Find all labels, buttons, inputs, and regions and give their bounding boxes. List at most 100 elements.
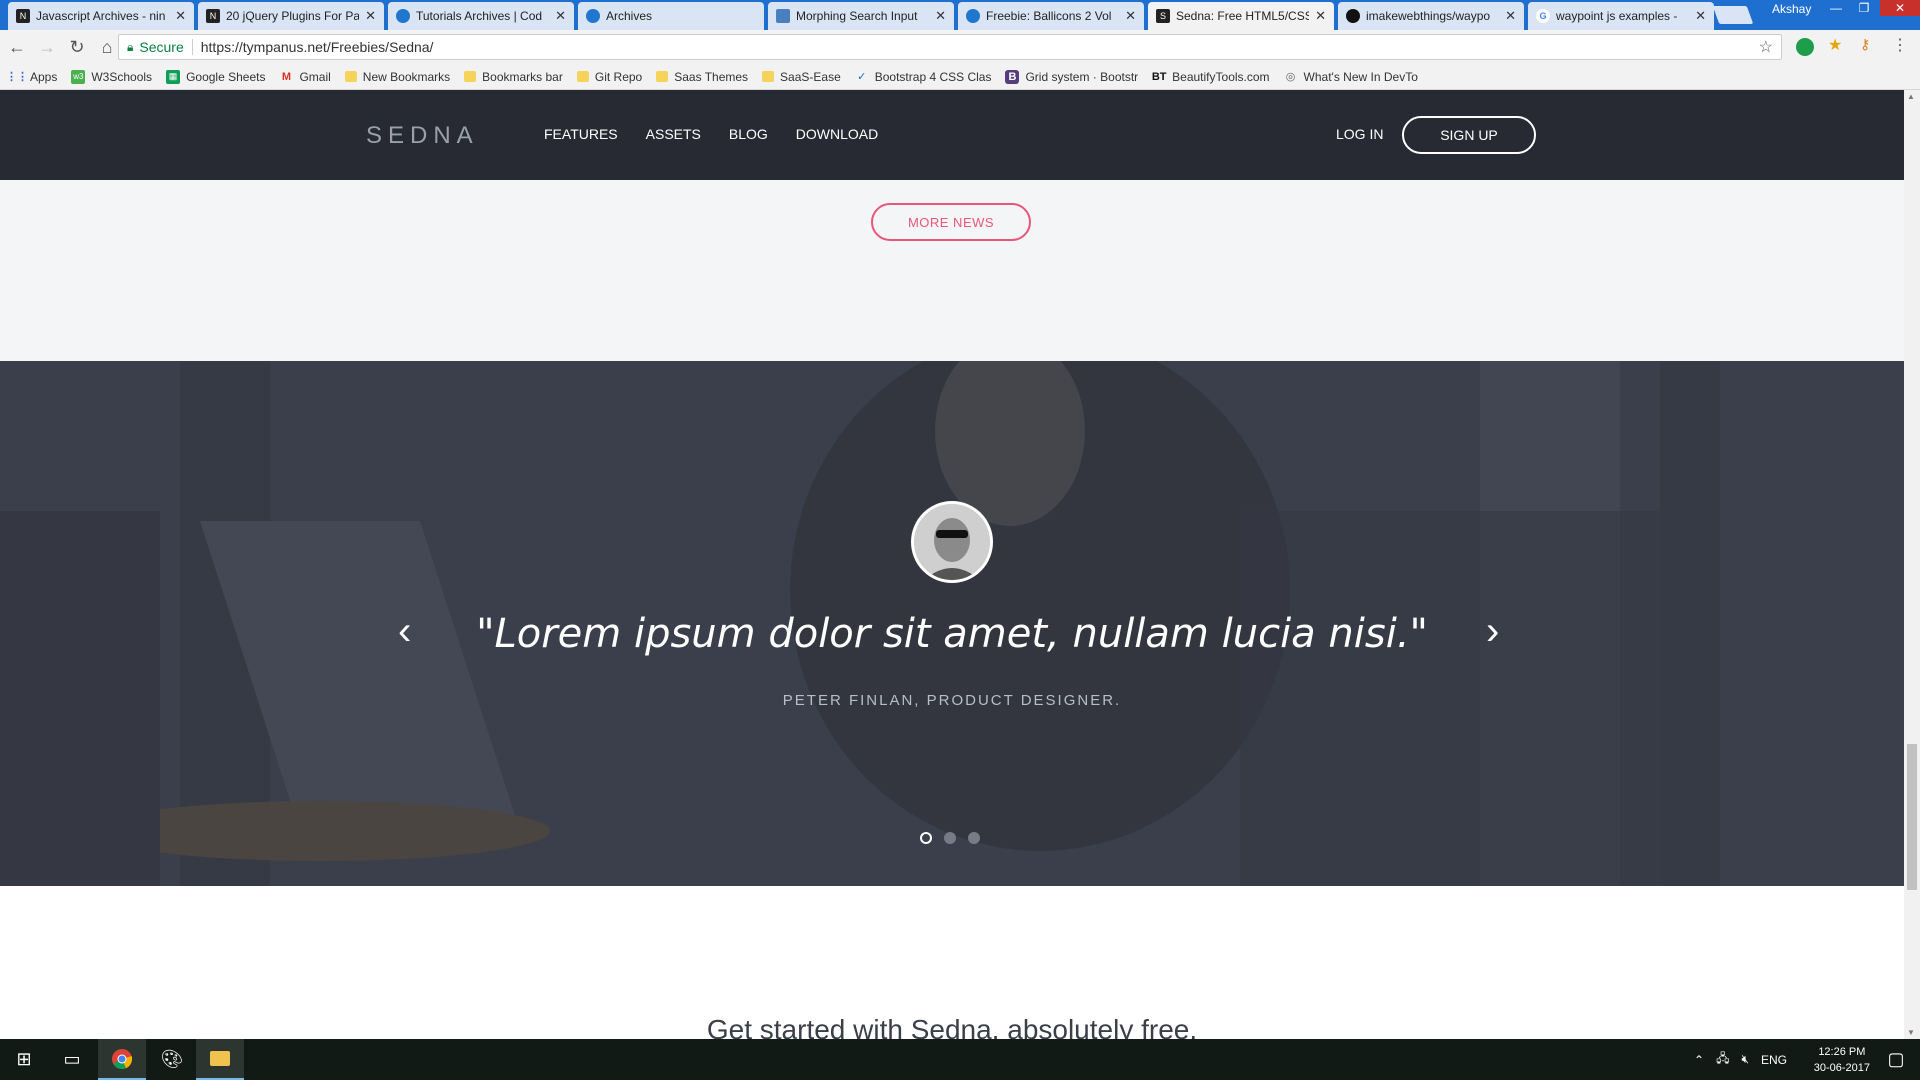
folder-icon — [344, 71, 357, 82]
extension-green-icon[interactable] — [1796, 38, 1814, 56]
close-icon[interactable]: ✕ — [935, 8, 946, 24]
new-tab-button[interactable] — [1712, 6, 1754, 24]
close-icon[interactable]: ✕ — [1315, 8, 1326, 24]
sheets-icon: ▦ — [166, 69, 181, 84]
bookmark-w3schools[interactable]: w3 W3Schools — [71, 69, 152, 84]
scroll-up-icon[interactable]: ▲ — [1907, 92, 1915, 101]
github-icon — [1346, 9, 1360, 23]
document-icon — [776, 9, 790, 23]
back-arrow-icon[interactable]: ← — [2, 32, 32, 62]
signup-button[interactable]: SIGN UP — [1402, 116, 1536, 154]
browser-toolbar: ← → ↻ ⌂ 🔒︎ Secure https://tympanus.net/F… — [0, 30, 1920, 64]
browser-tab-strip: N Javascript Archives - nin ✕ N 20 jQuer… — [0, 0, 1920, 30]
scroll-down-icon[interactable]: ▼ — [1907, 1028, 1915, 1037]
tab-morphing-search[interactable]: Morphing Search Input ✕ — [768, 2, 954, 30]
person-photo-icon — [914, 504, 990, 580]
chevron-right-icon[interactable]: › — [1486, 609, 1499, 654]
windows-start-icon[interactable]: ⊞ — [0, 1039, 48, 1080]
nav-download[interactable]: DOWNLOAD — [796, 126, 878, 142]
close-icon[interactable]: ✕ — [555, 8, 566, 24]
bookmark-apps[interactable]: ⋮⋮ Apps — [6, 70, 57, 84]
notifications-icon[interactable]: ▢ — [1872, 1039, 1920, 1080]
w3schools-icon: w3 — [71, 69, 86, 84]
file-explorer-icon[interactable] — [196, 1039, 244, 1080]
codrops-icon — [586, 9, 600, 23]
tab-archives[interactable]: Archives — [578, 2, 764, 30]
tab-javascript-archives[interactable]: N Javascript Archives - nin ✕ — [8, 2, 194, 30]
testimonial-section: ‹ "Lorem ipsum dolor sit amet, nullam lu… — [0, 361, 1904, 886]
taskbar-clock[interactable]: 12:26 PM 30-06-2017 — [1814, 1044, 1870, 1076]
close-icon[interactable]: ✕ — [1505, 8, 1516, 24]
close-icon[interactable]: ✕ — [1125, 8, 1136, 24]
main-nav: FEATURES ASSETS BLOG DOWNLOAD — [544, 126, 878, 142]
bookmark-google-sheets[interactable]: ▦ Google Sheets — [166, 69, 265, 84]
bookmark-bootstrap4-classes[interactable]: ✓ Bootstrap 4 CSS Clas — [855, 70, 991, 84]
ninja-icon: N — [16, 9, 30, 23]
minimize-icon[interactable]: — — [1822, 0, 1850, 16]
language-indicator[interactable]: ENG — [1761, 1053, 1787, 1067]
site-logo[interactable]: SEDNA — [366, 122, 479, 150]
extension-key-icon[interactable]: ⚷ — [1860, 36, 1878, 54]
page-scrollbar[interactable]: ▲ ▼ — [1904, 90, 1920, 1039]
slider-pagination — [920, 832, 980, 844]
nav-features[interactable]: FEATURES — [544, 126, 618, 142]
tab-waypoint-examples[interactable]: G waypoint js examples - ✕ — [1528, 2, 1714, 30]
tab-tutorials-archives[interactable]: Tutorials Archives | Cod ✕ — [388, 2, 574, 30]
extension-star-icon[interactable]: ★ — [1828, 35, 1846, 54]
bookmark-beautifytools[interactable]: BT BeautifyTools.com — [1152, 70, 1270, 84]
reload-icon[interactable]: ↻ — [62, 32, 92, 62]
sedna-icon: S — [1156, 9, 1170, 23]
apps-icon: ⋮⋮ — [6, 71, 28, 83]
address-bar[interactable]: 🔒︎ Secure https://tympanus.net/Freebies/… — [118, 34, 1782, 60]
ninja-icon: N — [206, 9, 220, 23]
login-link[interactable]: LOG IN — [1336, 126, 1383, 142]
profile-name[interactable]: Akshay — [1772, 2, 1811, 16]
url-text[interactable]: https://tympanus.net/Freebies/Sedna/ — [201, 39, 434, 55]
bookmark-devtools[interactable]: ◎ What's New In DevTo — [1284, 70, 1418, 84]
tab-sedna[interactable]: S Sedna: Free HTML5/CSS ✕ — [1148, 2, 1334, 30]
nav-blog[interactable]: BLOG — [729, 126, 768, 142]
slide-dot-2[interactable] — [944, 832, 956, 844]
bookmark-bookmarks-bar[interactable]: Bookmarks bar — [464, 70, 563, 84]
bookmark-star-icon[interactable]: ☆ — [1759, 37, 1773, 57]
bookmark-git-repo[interactable]: Git Repo — [576, 70, 642, 84]
slide-dot-1[interactable] — [920, 832, 932, 844]
restore-icon[interactable]: ❐ — [1850, 0, 1878, 16]
close-icon[interactable]: ✕ — [175, 8, 186, 24]
clock-time: 12:26 PM — [1818, 1046, 1866, 1058]
folder-icon — [762, 71, 775, 82]
folder-icon — [464, 71, 477, 82]
bootstrap-icon: B — [1005, 69, 1020, 84]
chevron-up-icon[interactable]: ⌃ — [1694, 1053, 1704, 1067]
google-icon: G — [1536, 9, 1550, 23]
network-icon[interactable]: 🖧︎ — [1716, 1049, 1729, 1070]
task-view-icon[interactable]: ▭ — [48, 1039, 96, 1080]
close-icon[interactable]: ✕ — [1695, 8, 1706, 24]
forward-arrow-icon[interactable]: → — [32, 32, 62, 62]
page-viewport: SEDNA FEATURES ASSETS BLOG DOWNLOAD LOG … — [0, 90, 1904, 1039]
window-close-icon[interactable]: ✕ — [1880, 0, 1920, 16]
tab-jquery-plugins[interactable]: N 20 jQuery Plugins For Pa ✕ — [198, 2, 384, 30]
volume-muted-icon[interactable]: 🔇︎ — [1741, 1052, 1749, 1067]
paint-taskbar-icon[interactable]: 🎨︎ — [148, 1039, 196, 1080]
close-icon[interactable]: ✕ — [365, 8, 376, 24]
tab-ballicons[interactable]: Freebie: Ballicons 2 Vol ✕ — [958, 2, 1144, 30]
more-news-button[interactable]: MORE NEWS — [871, 203, 1031, 241]
scrollbar-thumb[interactable] — [1907, 744, 1917, 890]
bookmark-new-bookmarks[interactable]: New Bookmarks — [344, 70, 450, 84]
cdn-icon: ✓ — [857, 71, 867, 83]
menu-kebab-icon[interactable]: ⋮ — [1892, 35, 1910, 54]
tab-waypoints-github[interactable]: imakewebthings/waypo ✕ — [1338, 2, 1524, 30]
slide-dot-3[interactable] — [968, 832, 980, 844]
bookmark-gmail[interactable]: M Gmail — [279, 70, 331, 84]
testimonial-author: PETER FINLAN, PRODUCT DESIGNER. — [782, 692, 1122, 709]
nav-assets[interactable]: ASSETS — [646, 126, 701, 142]
bookmark-saas-ease[interactable]: SaaS-Ease — [762, 70, 841, 84]
site-navbar: SEDNA FEATURES ASSETS BLOG DOWNLOAD LOG … — [0, 90, 1904, 180]
folder-icon — [576, 71, 589, 82]
chrome-taskbar-icon[interactable] — [98, 1039, 146, 1080]
bookmark-grid-system[interactable]: B Grid system · Bootstr — [1005, 69, 1138, 84]
codrops-icon — [396, 9, 410, 23]
chrome-icon — [112, 1048, 133, 1069]
bookmark-saas-themes[interactable]: Saas Themes — [656, 70, 748, 84]
